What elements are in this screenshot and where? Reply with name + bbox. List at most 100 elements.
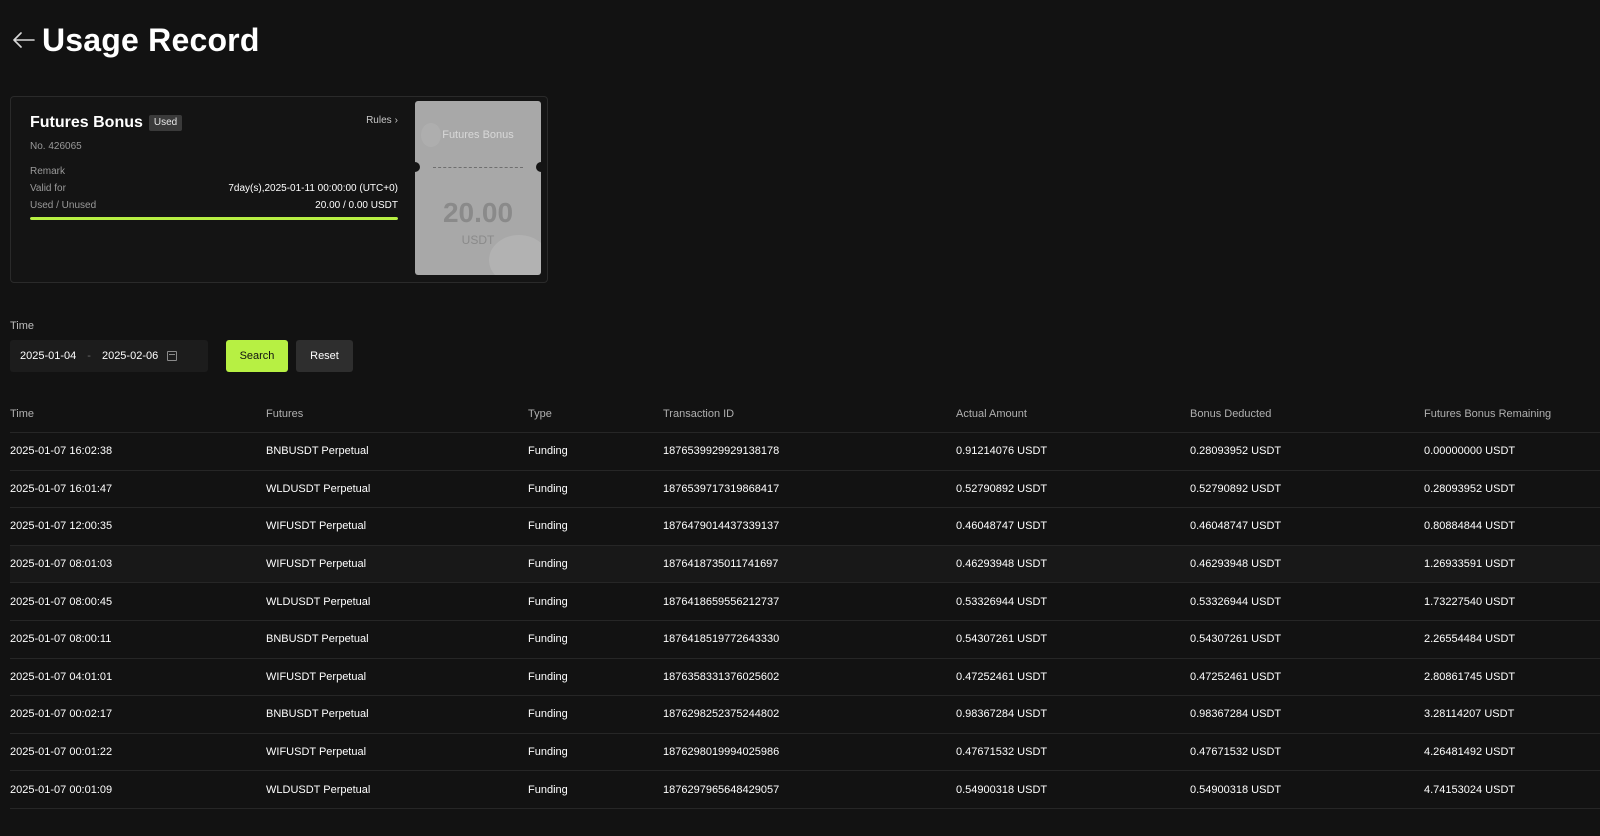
cell-transaction-id: 1876539717319868417 <box>663 482 780 495</box>
column-header-actual-amount: Actual Amount <box>956 407 1027 420</box>
cell-bonus-remaining: 3.28114207 USDT <box>1424 708 1515 721</box>
cell-transaction-id: 1876297965648429057 <box>663 783 780 796</box>
cell-type: Funding <box>528 445 568 458</box>
cell-time: 2025-01-07 00:01:22 <box>10 746 113 759</box>
cell-type: Funding <box>528 783 568 796</box>
usage-table: Time Futures Type Transaction ID Actual … <box>10 395 1600 809</box>
cell-futures: WLDUSDT Perpetual <box>266 783 371 796</box>
rules-link[interactable]: Rules › <box>366 115 398 126</box>
cell-transaction-id: 1876539929929138178 <box>663 445 780 458</box>
table-row: 2025-01-07 00:01:09 WLDUSDT Perpetual Fund… <box>10 771 1600 809</box>
cell-futures: BNBUSDT Perpetual <box>266 445 369 458</box>
remark-row: Remark <box>30 166 398 177</box>
cell-actual-amount: 0.47671532 USDT <box>956 746 1048 759</box>
cell-bonus-deducted: 0.47252461 USDT <box>1190 670 1282 683</box>
cell-bonus-deducted: 0.47671532 USDT <box>1190 746 1282 759</box>
search-button[interactable]: Search <box>226 340 288 372</box>
cell-actual-amount: 0.47252461 USDT <box>956 670 1048 683</box>
cell-actual-amount: 0.46293948 USDT <box>956 558 1048 571</box>
cell-actual-amount: 0.46048747 USDT <box>956 520 1048 533</box>
used-value: 20.00 / 0.00 USDT <box>315 200 398 211</box>
valid-label: Valid for <box>30 183 66 194</box>
table-row: 2025-01-07 08:00:11 BNBUSDT Perpetual Fund… <box>10 621 1600 659</box>
valid-value: 7day(s),2025-01-11 00:00:00 (UTC+0) <box>228 183 398 194</box>
column-header-transaction-id: Transaction ID <box>663 407 735 420</box>
usage-progress-bar <box>30 217 398 220</box>
cell-type: Funding <box>528 558 568 571</box>
valid-row: Valid for 7day(s),2025-01-11 00:00:00 (U… <box>30 183 398 194</box>
cell-bonus-deducted: 0.46048747 USDT <box>1190 520 1282 533</box>
coupon-amount: 20.00 <box>442 197 514 228</box>
cell-futures: WIFUSDT Perpetual <box>266 558 367 571</box>
usage-progress-fill <box>30 217 398 220</box>
cell-futures: WLDUSDT Perpetual <box>266 595 371 608</box>
table-row: 2025-01-07 16:02:38 BNBUSDT Perpetual Fund… <box>10 433 1600 471</box>
bonus-title-row: Futures Bonus Used <box>30 111 398 135</box>
chevron-right-icon: › <box>394 115 398 126</box>
cell-futures: WIFUSDT Perpetual <box>266 670 367 683</box>
cell-actual-amount: 0.53326944 USDT <box>956 595 1048 608</box>
cell-time: 2025-01-07 16:02:38 <box>10 445 113 458</box>
bonus-title: Futures Bonus <box>30 114 143 131</box>
cell-bonus-deducted: 0.53326944 USDT <box>1190 595 1282 608</box>
table-row: 2025-01-07 04:01:01 WIFUSDT Perpetual Fund… <box>10 659 1600 697</box>
end-date[interactable]: 2025-02-06 <box>102 350 158 362</box>
remark-label: Remark <box>30 166 66 177</box>
cell-time: 2025-01-07 16:01:47 <box>10 482 113 495</box>
column-header-type: Type <box>528 407 552 420</box>
used-row: Used / Unused 20.00 / 0.00 USDT <box>30 200 398 211</box>
column-header-bonus-deducted: Bonus Deducted <box>1190 407 1272 420</box>
cell-bonus-deducted: 0.54307261 USDT <box>1190 633 1282 646</box>
column-header-bonus-remaining: Futures Bonus Remaining <box>1424 407 1552 420</box>
cell-transaction-id: 1876298019994025986 <box>663 746 780 759</box>
cell-type: Funding <box>528 482 568 495</box>
coupon-notch-right <box>536 162 541 172</box>
table-row: 2025-01-07 00:01:22 WIFUSDT Perpetual Fund… <box>10 734 1600 772</box>
date-separator: - <box>87 350 91 362</box>
cell-type: Funding <box>528 708 568 721</box>
cell-type: Funding <box>528 633 568 646</box>
arrow-left-icon <box>13 32 35 48</box>
cell-type: Funding <box>528 670 568 683</box>
cell-time: 2025-01-07 04:01:01 <box>10 670 113 683</box>
cell-futures: WIFUSDT Perpetual <box>266 520 367 533</box>
bonus-coupon: Futures Bonus 20.00 USDT <box>415 101 541 275</box>
calendar-icon[interactable] <box>167 351 178 361</box>
cell-bonus-remaining: 4.74153024 USDT <box>1424 783 1516 796</box>
coupon-notch-left <box>415 162 420 172</box>
cell-transaction-id: 1876418519772643330 <box>663 633 780 646</box>
cell-bonus-remaining: 1.73227540 USDT <box>1424 595 1516 608</box>
date-range-picker[interactable]: 2025-01-04 - 2025-02-06 <box>10 340 208 372</box>
cell-actual-amount: 0.91214076 USDT <box>956 445 1048 458</box>
cell-futures: WIFUSDT Perpetual <box>266 746 367 759</box>
table-body: 2025-01-07 16:02:38 BNBUSDT Perpetual Fund… <box>10 433 1600 809</box>
reset-button[interactable]: Reset <box>296 340 353 372</box>
cell-time: 2025-01-07 08:01:03 <box>10 558 113 571</box>
time-filter-label: Time <box>10 320 35 332</box>
bonus-number: No. 426065 <box>30 141 82 152</box>
table-row: 2025-01-07 08:01:03 WIFUSDT Perpetual Fund… <box>10 545 1600 584</box>
coupon-divider <box>433 167 523 168</box>
cell-actual-amount: 0.54307261 USDT <box>956 633 1048 646</box>
cell-time: 2025-01-07 08:00:45 <box>10 595 113 608</box>
table-row: 2025-01-07 08:00:45 WLDUSDT Perpetual Fund… <box>10 583 1600 621</box>
bonus-info: Futures Bonus Used Rules › No. 426065 Re… <box>30 111 398 220</box>
cell-bonus-remaining: 0.00000000 USDT <box>1424 445 1516 458</box>
column-header-time: Time <box>10 407 35 420</box>
cell-time: 2025-01-07 00:02:17 <box>10 708 113 721</box>
cell-type: Funding <box>528 746 568 759</box>
cell-bonus-remaining: 1.26933591 USDT <box>1424 558 1516 571</box>
cell-futures: BNBUSDT Perpetual <box>266 633 369 646</box>
cell-bonus-remaining: 0.80884844 USDT <box>1424 520 1516 533</box>
start-date[interactable]: 2025-01-04 <box>20 350 76 362</box>
cell-type: Funding <box>528 595 568 608</box>
cell-bonus-remaining: 2.80861745 USDT <box>1424 670 1516 683</box>
coupon-label: Futures Bonus <box>442 129 514 141</box>
cell-bonus-deducted: 0.28093952 USDT <box>1190 445 1282 458</box>
back-button[interactable] <box>12 28 36 52</box>
status-badge: Used <box>148 115 183 131</box>
cell-futures: WLDUSDT Perpetual <box>266 482 371 495</box>
cell-actual-amount: 0.54900318 USDT <box>956 783 1048 796</box>
cell-transaction-id: 1876479014437339137 <box>663 520 780 533</box>
column-header-futures: Futures <box>266 407 304 420</box>
